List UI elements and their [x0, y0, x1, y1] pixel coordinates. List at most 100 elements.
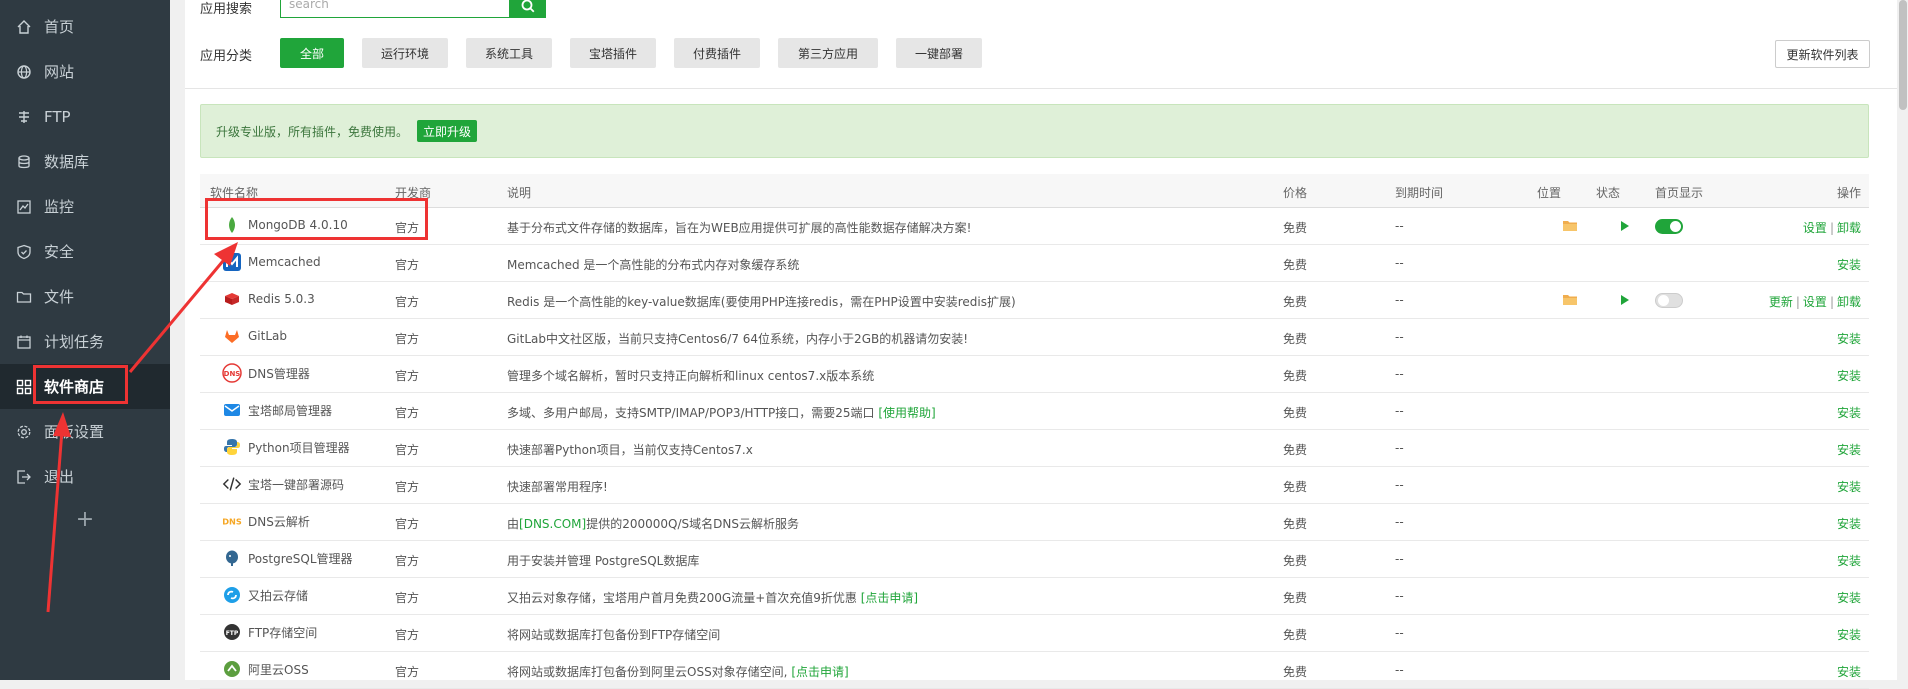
- refresh-software-list-button[interactable]: 更新软件列表: [1775, 40, 1870, 68]
- description: 快速部署常用程序!: [507, 478, 608, 495]
- software-name[interactable]: Memcached: [222, 252, 321, 272]
- op-button[interactable]: 卸载: [1837, 221, 1861, 235]
- homepage-toggle[interactable]: [1655, 293, 1683, 308]
- category-tab-4[interactable]: 付费插件: [674, 38, 760, 68]
- op-button[interactable]: 安装: [1837, 591, 1861, 605]
- category-tab-6[interactable]: 一键部署: [896, 38, 982, 68]
- scrollbar[interactable]: [1898, 0, 1908, 680]
- homepage-toggle[interactable]: [1655, 219, 1683, 234]
- expire-time: --: [1395, 552, 1404, 566]
- search-button[interactable]: [510, 0, 546, 18]
- expire-time: --: [1395, 404, 1404, 418]
- sidebar-item-label: 面板设置: [44, 423, 105, 441]
- desc-text: 提供的200000Q/S域名DNS云解析服务: [586, 517, 799, 531]
- desc-link[interactable]: [使用帮助]: [878, 406, 935, 420]
- description: 基于分布式文件存储的数据库，旨在为WEB应用提供可扩展的高性能数据存储解决方案!: [507, 219, 972, 236]
- category-tab-2[interactable]: 系统工具: [466, 38, 552, 68]
- software-name[interactable]: DNS DNS管理器: [222, 363, 310, 383]
- table-row: Memcached 官方 Memcached 是一个高性能的分布式内存对象缓存系统 免…: [200, 245, 1869, 282]
- expire-time: --: [1395, 367, 1404, 381]
- sidebar-item-label: 退出: [44, 468, 75, 486]
- software-name[interactable]: DNS DNS云解析: [222, 511, 310, 531]
- category-tab-0[interactable]: 全部: [280, 38, 344, 68]
- price: 免费: [1283, 591, 1308, 605]
- table-row: DNS DNS云解析 官方 由[DNS.COM]提供的200000Q/S域名DNS云解…: [200, 504, 1869, 541]
- database-icon: [16, 154, 32, 170]
- upgrade-text: 升级专业版，所有插件，免费使用。: [216, 125, 409, 139]
- scrollbar-thumb[interactable]: [1899, 0, 1907, 110]
- category-tab-3[interactable]: 宝塔插件: [570, 38, 656, 68]
- op-button[interactable]: 安装: [1837, 258, 1861, 272]
- price: 免费: [1283, 221, 1308, 235]
- monitor-icon: [16, 199, 32, 215]
- sidebar-item-home[interactable]: 首页: [0, 4, 170, 49]
- op-button[interactable]: 安装: [1837, 665, 1861, 679]
- upgrade-button[interactable]: 立即升级: [417, 120, 478, 142]
- software-name[interactable]: MongoDB 4.0.10: [222, 215, 348, 235]
- op-button[interactable]: 安装: [1837, 406, 1861, 420]
- op-button[interactable]: 安装: [1837, 443, 1861, 457]
- sidebar-item-gear[interactable]: 面板设置: [0, 409, 170, 454]
- software-name[interactable]: Redis 5.0.3: [222, 289, 315, 309]
- software-name[interactable]: 阿里云OSS: [222, 659, 309, 679]
- description: 将网站或数据库打包备份到阿里云OSS对象存储空间, [点击申请]: [507, 663, 849, 680]
- software-name[interactable]: 又拍云存储: [222, 585, 308, 605]
- aliyun-oss-icon: [222, 659, 242, 679]
- description: Memcached 是一个高性能的分布式内存对象缓存系统: [507, 256, 799, 273]
- category-tab-1[interactable]: 运行环境: [362, 38, 448, 68]
- desc-text: Redis 是一个高性能的key-value数据库(要使用PHP连接redis，…: [507, 295, 1016, 309]
- play-icon[interactable]: [1620, 220, 1630, 236]
- add-menu-button[interactable]: +: [0, 505, 170, 535]
- software-name[interactable]: GitLab: [222, 326, 287, 346]
- header-price: 价格: [1283, 186, 1308, 200]
- gear-icon: [16, 424, 32, 440]
- sidebar-item-monitor[interactable]: 监控: [0, 184, 170, 229]
- software-name-text: 宝塔一键部署源码: [248, 477, 345, 492]
- row-actions: 设置 | 卸载: [1803, 219, 1861, 236]
- software-name[interactable]: 宝塔一键部署源码: [222, 474, 344, 494]
- play-icon[interactable]: [1620, 294, 1630, 310]
- sidebar-item-globe[interactable]: 网站: [0, 49, 170, 94]
- divider: [185, 88, 1897, 89]
- python-icon: [222, 437, 242, 457]
- search-icon: [521, 0, 535, 13]
- op-button[interactable]: 安装: [1837, 480, 1861, 494]
- sidebar-item-label: 网站: [44, 63, 75, 81]
- software-name[interactable]: Python项目管理器: [222, 437, 350, 457]
- sidebar-item-apps[interactable]: 软件商店: [0, 364, 170, 409]
- desc-link[interactable]: [点击申请]: [791, 665, 848, 679]
- sidebar-item-ftp[interactable]: FTP: [0, 94, 170, 139]
- sidebar-item-calendar[interactable]: 计划任务: [0, 319, 170, 364]
- desc-text: 快速部署Python项目，当前仅支持Centos7.x: [507, 443, 753, 457]
- op-button[interactable]: 卸载: [1837, 295, 1861, 309]
- folder-icon[interactable]: [1563, 294, 1577, 310]
- software-name[interactable]: FTP FTP存储空间: [222, 622, 317, 642]
- sidebar-item-logout[interactable]: 退出: [0, 454, 170, 499]
- software-name[interactable]: PostgreSQL管理器: [222, 548, 353, 568]
- op-button[interactable]: 安装: [1837, 517, 1861, 531]
- header-name: 软件名称: [210, 186, 259, 200]
- op-button[interactable]: 安装: [1837, 554, 1861, 568]
- desc-link[interactable]: [点击申请]: [861, 591, 918, 605]
- search-input[interactable]: search: [280, 0, 510, 18]
- sidebar-item-folder[interactable]: 文件: [0, 274, 170, 319]
- op-button[interactable]: 安装: [1837, 369, 1861, 383]
- folder-icon[interactable]: [1563, 220, 1577, 236]
- software-name[interactable]: 宝塔邮局管理器: [222, 400, 332, 420]
- desc-text: 多域、多用户邮局，支持SMTP/IMAP/POP3/HTTP接口，需要25端口: [507, 406, 879, 420]
- op-button[interactable]: 安装: [1837, 628, 1861, 642]
- sidebar-item-shield[interactable]: 安全: [0, 229, 170, 274]
- op-button[interactable]: 安装: [1837, 332, 1861, 346]
- op-button[interactable]: 更新: [1769, 295, 1793, 309]
- price: 免费: [1283, 665, 1308, 679]
- home-icon: [16, 19, 32, 35]
- category-tab-5[interactable]: 第三方应用: [778, 38, 878, 68]
- op-button[interactable]: 设置: [1803, 295, 1827, 309]
- sidebar-item-database[interactable]: 数据库: [0, 139, 170, 184]
- desc-link[interactable]: [DNS.COM]: [519, 517, 586, 531]
- dns-manager-icon: DNS: [222, 363, 242, 383]
- op-button[interactable]: 设置: [1803, 221, 1827, 235]
- row-actions: 安装: [1837, 330, 1861, 347]
- price: 免费: [1283, 258, 1308, 272]
- table-row: PostgreSQL管理器 官方 用于安装并管理 PostgreSQL数据库 免费 --…: [200, 541, 1869, 578]
